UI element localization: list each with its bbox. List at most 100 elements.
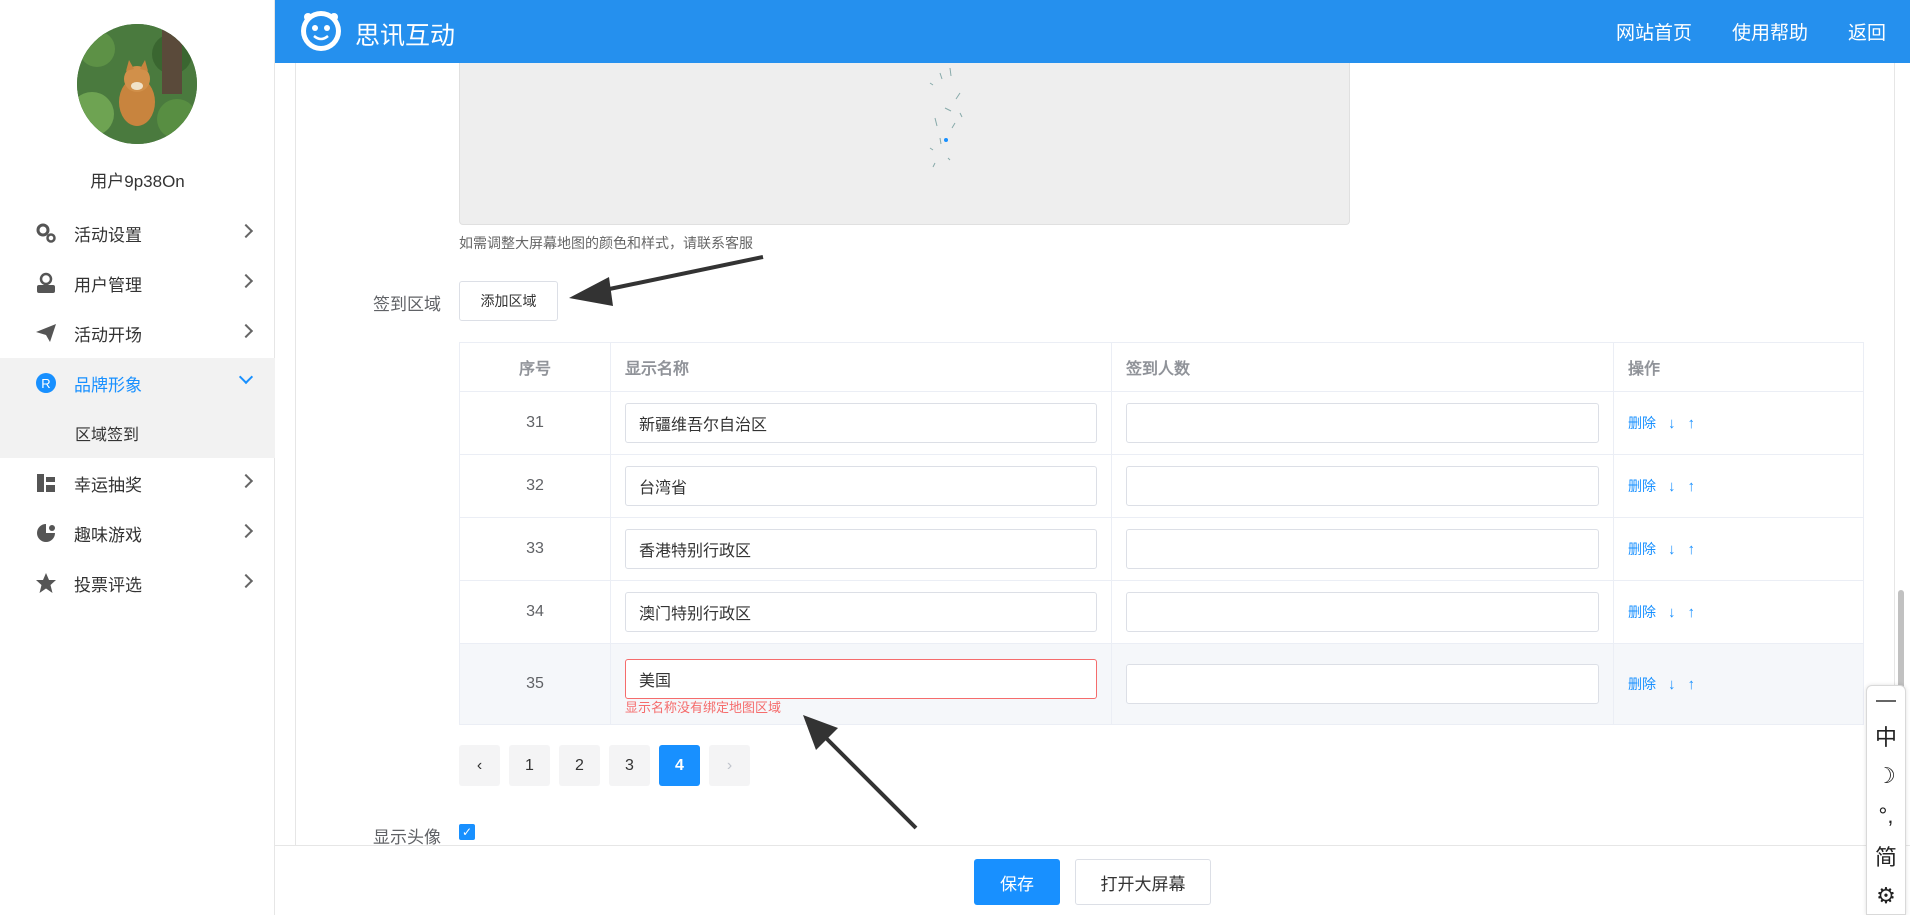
sidebar-item-label: 活动设置 <box>74 225 142 245</box>
table-row: 32 台湾省 删除 ↓ ↑ <box>460 455 1863 518</box>
moon-icon[interactable]: ☽ <box>1867 756 1905 796</box>
display-name-input[interactable]: 美国 <box>625 659 1097 699</box>
region-table: 序号 显示名称 签到人数 操作 31 新疆维吾尔自治区 删除 ↓ ↑ 32 台湾… <box>459 342 1864 725</box>
ime-simplified-mode[interactable]: 简 <box>1867 836 1905 876</box>
page-button-1[interactable]: 1 <box>509 745 550 786</box>
add-area-button[interactable]: 添加区域 <box>459 281 558 321</box>
row-number: 32 <box>460 455 611 517</box>
sidebar-item-brand-image[interactable]: R 品牌形象 <box>0 358 275 408</box>
top-header: 思讯互动 网站首页 使用帮助 返回 <box>275 0 1910 63</box>
delete-link[interactable]: 删除 <box>1628 413 1656 433</box>
open-big-screen-button[interactable]: 打开大屏幕 <box>1075 859 1211 905</box>
page-button-3[interactable]: 3 <box>609 745 650 786</box>
column-header: 显示名称 <box>611 343 1112 391</box>
signin-area-label: 签到区域 <box>373 295 441 314</box>
prev-page-button[interactable]: ‹ <box>459 745 500 786</box>
signin-count-input[interactable] <box>1126 466 1599 506</box>
move-down-icon[interactable]: ↓ <box>1668 676 1676 693</box>
row-number: 31 <box>460 392 611 454</box>
table-row: 33 香港特别行政区 删除 ↓ ↑ <box>460 518 1863 581</box>
move-up-icon[interactable]: ↑ <box>1688 676 1696 693</box>
game-icon <box>34 521 58 545</box>
table-row: 34 澳门特别行政区 删除 ↓ ↑ <box>460 581 1863 644</box>
footer-bar: 保存 打开大屏幕 <box>275 845 1910 915</box>
row-number: 35 <box>460 644 611 724</box>
sidebar-menu: 活动设置 用户管理 活动开场 R 品牌形象 区域签到 幸运抽奖 趣味游戏 投票评… <box>0 208 275 608</box>
sidebar-item-label: 趣味游戏 <box>74 525 142 545</box>
signin-count-input[interactable] <box>1126 592 1599 632</box>
display-name-input[interactable]: 澳门特别行政区 <box>625 592 1097 632</box>
ime-chinese-mode[interactable]: 中 <box>1867 716 1905 756</box>
display-name-input[interactable]: 香港特别行政区 <box>625 529 1097 569</box>
header-nav: 网站首页 使用帮助 返回 <box>1616 0 1910 63</box>
chevron-right-icon <box>238 273 254 289</box>
signin-count-input[interactable] <box>1126 403 1599 443</box>
logo-icon[interactable] <box>299 9 343 53</box>
chevron-right-icon <box>238 323 254 339</box>
chevron-down-icon <box>238 369 254 385</box>
sidebar-subitem-region-signin[interactable]: 区域签到 <box>0 408 275 458</box>
ime-collapse-handle[interactable] <box>1867 686 1905 716</box>
sidebar-item-label: 活动开场 <box>74 325 142 345</box>
column-header: 序号 <box>460 343 611 391</box>
sidebar-item-lucky-draw[interactable]: 幸运抽奖 <box>0 458 275 508</box>
signin-count-input[interactable] <box>1126 529 1599 569</box>
delete-link[interactable]: 删除 <box>1628 476 1656 496</box>
chevron-right-icon <box>238 573 254 589</box>
table-header-row: 序号 显示名称 签到人数 操作 <box>460 343 1863 392</box>
validation-error-message: 显示名称没有绑定地图区域 <box>625 700 782 715</box>
ime-toolbar: 中 ☽ °, 简 ⚙ <box>1866 685 1906 915</box>
delete-link[interactable]: 删除 <box>1628 602 1656 622</box>
sidebar-item-user-management[interactable]: 用户管理 <box>0 258 275 308</box>
svg-text:R: R <box>41 376 50 391</box>
user-icon <box>34 271 58 295</box>
sidebar-item-label: 用户管理 <box>74 275 142 295</box>
nav-home-link[interactable]: 网站首页 <box>1616 18 1692 45</box>
move-down-icon[interactable]: ↓ <box>1668 541 1676 558</box>
page-button-2[interactable]: 2 <box>559 745 600 786</box>
sidebar-item-label: 品牌形象 <box>74 375 142 395</box>
avatar[interactable] <box>77 24 197 144</box>
move-up-icon[interactable]: ↑ <box>1688 415 1696 432</box>
row-number: 33 <box>460 518 611 580</box>
show-avatar-checkbox[interactable]: ✓ <box>459 824 475 840</box>
nav-help-link[interactable]: 使用帮助 <box>1732 18 1808 45</box>
brand-r-icon: R <box>34 371 58 395</box>
brand-title: 思讯互动 <box>355 22 456 50</box>
next-page-button[interactable]: › <box>709 745 750 786</box>
paper-plane-icon <box>34 321 58 345</box>
map-note: 如需调整大屏幕地图的颜色和样式，请联系客服 <box>459 235 753 251</box>
display-name-input[interactable]: 台湾省 <box>625 466 1097 506</box>
save-button[interactable]: 保存 <box>974 859 1060 905</box>
nav-back-link[interactable]: 返回 <box>1848 18 1886 45</box>
move-down-icon[interactable]: ↓ <box>1668 415 1676 432</box>
chevron-right-icon <box>238 523 254 539</box>
sidebar-item-activity-opening[interactable]: 活动开场 <box>0 308 275 358</box>
sidebar-item-label: 投票评选 <box>74 575 142 595</box>
map-preview <box>459 63 1350 225</box>
table-row: 31 新疆维吾尔自治区 删除 ↓ ↑ <box>460 392 1863 455</box>
page-button-4[interactable]: 4 <box>659 745 700 786</box>
chevron-right-icon <box>238 223 254 239</box>
sidebar-item-label: 幸运抽奖 <box>74 475 142 495</box>
row-number: 34 <box>460 581 611 643</box>
sidebar: 用户9p38On 活动设置 用户管理 活动开场 R 品牌形象 区域签到 幸运抽奖… <box>0 0 275 915</box>
gear-icon <box>34 221 58 245</box>
star-icon <box>34 571 58 595</box>
move-down-icon[interactable]: ↓ <box>1668 478 1676 495</box>
move-up-icon[interactable]: ↑ <box>1688 478 1696 495</box>
sidebar-item-voting[interactable]: 投票评选 <box>0 558 275 608</box>
delete-link[interactable]: 删除 <box>1628 674 1656 694</box>
signin-count-input[interactable] <box>1126 664 1599 704</box>
display-name-input[interactable]: 新疆维吾尔自治区 <box>625 403 1097 443</box>
move-up-icon[interactable]: ↑ <box>1688 541 1696 558</box>
ime-settings-gear-icon[interactable]: ⚙ <box>1867 876 1905 915</box>
move-up-icon[interactable]: ↑ <box>1688 604 1696 621</box>
sidebar-item-fun-games[interactable]: 趣味游戏 <box>0 508 275 558</box>
move-down-icon[interactable]: ↓ <box>1668 604 1676 621</box>
lottery-icon <box>34 471 58 495</box>
delete-link[interactable]: 删除 <box>1628 539 1656 559</box>
sidebar-item-activity-settings[interactable]: 活动设置 <box>0 208 275 258</box>
ime-punctuation-mode[interactable]: °, <box>1867 796 1905 836</box>
chevron-right-icon <box>238 473 254 489</box>
